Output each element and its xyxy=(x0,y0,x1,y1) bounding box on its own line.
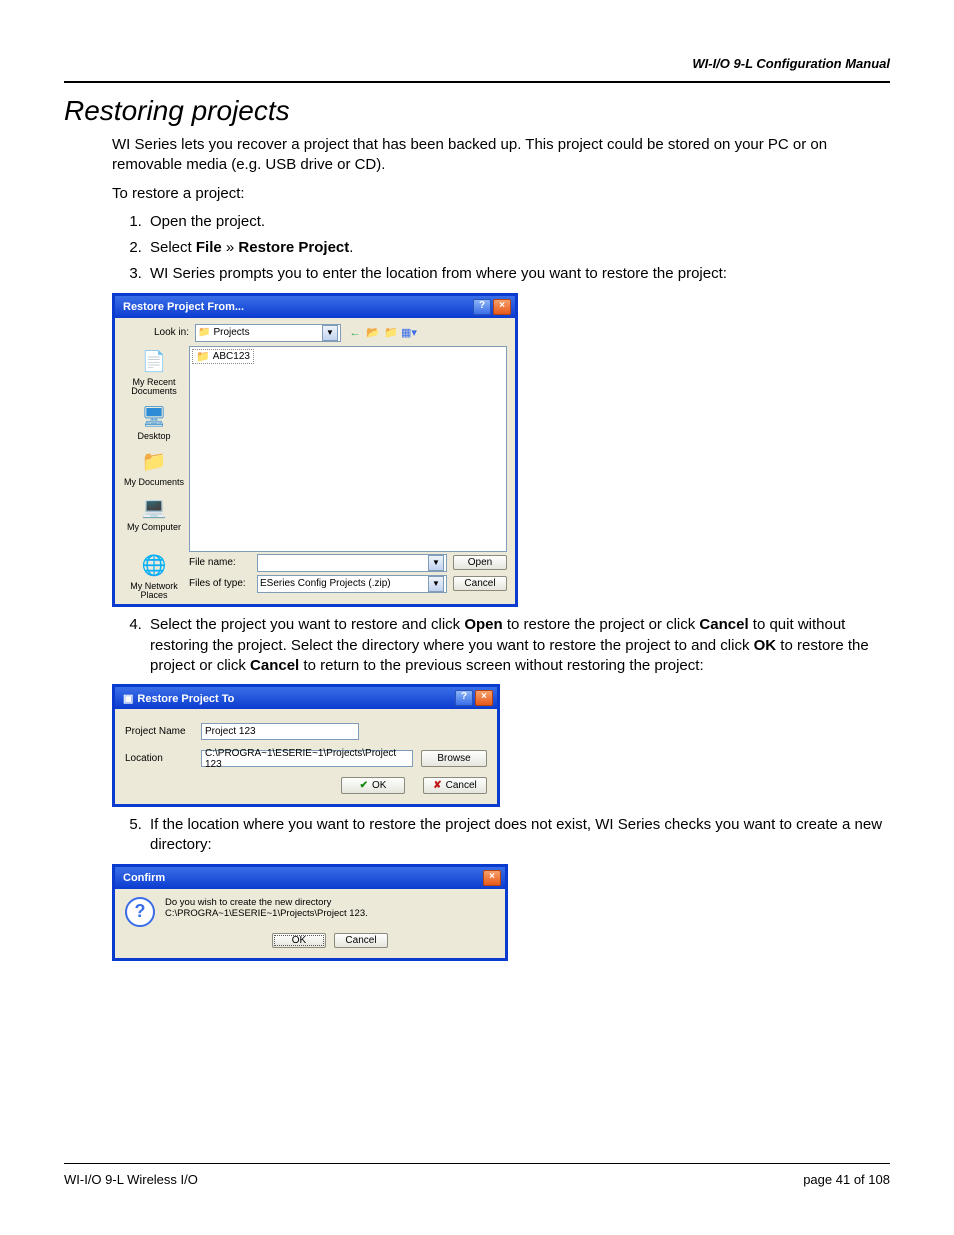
x-icon: ✘ xyxy=(433,780,441,791)
sidebar-item-mycomp[interactable]: 💻 My Computer xyxy=(119,495,189,532)
folder-icon: 📁 xyxy=(198,327,210,338)
location-input[interactable]: C:\PROGRA~1\ESERIE~1\Projects\Project 12… xyxy=(201,750,413,767)
browse-button[interactable]: Browse xyxy=(421,750,487,767)
steps-list-cont: Select the project you want to restore a… xyxy=(112,615,890,676)
sidebar-item-mydocs[interactable]: 📁 My Documents xyxy=(119,450,189,487)
dialog-title-text: ▣Restore Project To xyxy=(119,692,234,705)
dialog-title-text: Restore Project From... xyxy=(119,301,244,313)
folder-icon: 📁 xyxy=(196,350,210,363)
chevron-down-icon[interactable]: ▼ xyxy=(428,555,444,571)
filetype-value: ESeries Config Projects (.zip) xyxy=(260,578,391,589)
network-label: My Network Places xyxy=(119,582,189,601)
mydocs-icon: 📁 xyxy=(140,450,168,476)
dialog-titlebar: ▣Restore Project To ? × xyxy=(115,687,497,709)
network-icon: 🌐 xyxy=(140,554,168,580)
app-icon: ▣ xyxy=(123,693,133,705)
desktop-label: Desktop xyxy=(119,432,189,441)
close-button[interactable]: × xyxy=(475,690,493,706)
views-icon[interactable]: ▦▾ xyxy=(401,325,417,341)
dialog-titlebar: Confirm × xyxy=(115,867,505,889)
s4-cancel: Cancel xyxy=(699,616,748,633)
s4e: to return to the previous screen without… xyxy=(299,657,703,674)
header-rule xyxy=(64,81,890,83)
mycomp-label: My Computer xyxy=(119,523,189,532)
sidebar-item-desktop[interactable]: 🖥 Desktop xyxy=(119,404,189,441)
file-list-pane[interactable]: 📁 ABC123 xyxy=(189,346,507,552)
file-item-label: ABC123 xyxy=(213,351,250,362)
lookin-value: Projects xyxy=(213,327,249,338)
step-2-file: File xyxy=(196,239,222,256)
step-2: Select File » Restore Project. xyxy=(146,238,890,258)
new-folder-icon[interactable]: 📁 xyxy=(383,325,399,341)
help-button[interactable]: ? xyxy=(455,690,473,706)
footer-rule xyxy=(64,1163,890,1164)
question-icon: ? xyxy=(125,897,155,927)
recent-icon: 📄 xyxy=(140,350,168,376)
lookin-combo[interactable]: 📁 Projects ▼ xyxy=(195,324,341,342)
up-folder-icon[interactable]: 📂 xyxy=(365,325,381,341)
step-3-text: WI Series prompts you to enter the locat… xyxy=(150,265,727,282)
sidebar-item-network[interactable]: 🌐 My Network Places xyxy=(119,554,189,601)
intro-paragraph: WI Series lets you recover a project tha… xyxy=(112,135,890,176)
sidebar-item-recent[interactable]: 📄 My Recent Documents xyxy=(119,350,189,397)
ok-button[interactable]: ✔OK xyxy=(341,777,405,794)
restore-from-dialog: Restore Project From... ? × Look in: 📁 P… xyxy=(112,293,518,608)
cancel-button[interactable]: Cancel xyxy=(334,933,388,948)
filename-input[interactable]: ▼ xyxy=(257,554,447,572)
lead-paragraph: To restore a project: xyxy=(112,184,890,204)
project-name-label: Project Name xyxy=(125,726,193,737)
check-icon: ✔ xyxy=(360,780,368,791)
mycomp-icon: 💻 xyxy=(140,495,168,521)
step-2-mid: » xyxy=(222,239,239,256)
section-title: Restoring projects xyxy=(64,95,890,127)
ok-button[interactable]: OK xyxy=(272,933,326,948)
s4a: Select the project you want to restore a… xyxy=(150,616,464,633)
step-2-restore: Restore Project xyxy=(238,239,349,256)
step-4: Select the project you want to restore a… xyxy=(146,615,890,676)
desktop-icon: 🖥 xyxy=(140,404,168,430)
steps-list: Open the project. Select File » Restore … xyxy=(112,212,890,285)
dialog-title-text: Confirm xyxy=(119,872,165,884)
step-2-post: . xyxy=(349,239,353,256)
s4-cancel2: Cancel xyxy=(250,657,299,674)
dialog-titlebar: Restore Project From... ? × xyxy=(115,296,515,318)
step-3: WI Series prompts you to enter the locat… xyxy=(146,264,890,284)
chevron-down-icon[interactable]: ▼ xyxy=(322,325,338,341)
close-button[interactable]: × xyxy=(493,299,511,315)
step-2-pre: Select xyxy=(150,239,196,256)
cancel-button[interactable]: ✘Cancel xyxy=(423,777,487,794)
recent-label: My Recent Documents xyxy=(119,378,189,397)
s4b: to restore the project or click xyxy=(503,616,700,633)
restore-to-dialog: ▣Restore Project To ? × Project Name Pro… xyxy=(112,684,500,807)
step-1: Open the project. xyxy=(146,212,890,232)
chevron-down-icon[interactable]: ▼ xyxy=(428,576,444,592)
cancel-button[interactable]: Cancel xyxy=(453,576,507,591)
toolbar-icons: ← 📂 📁 ▦▾ xyxy=(347,325,417,341)
filename-label: File name: xyxy=(189,557,251,568)
filetype-label: Files of type: xyxy=(189,578,251,589)
confirm-dialog: Confirm × ? Do you wish to create the ne… xyxy=(112,864,508,961)
mydocs-label: My Documents xyxy=(119,478,189,487)
confirm-message: Do you wish to create the new directory … xyxy=(165,897,495,919)
project-name-input[interactable]: Project 123 xyxy=(201,723,359,740)
file-item[interactable]: 📁 ABC123 xyxy=(192,349,254,364)
footer-right: page 41 of 108 xyxy=(803,1172,890,1187)
page-footer: WI-I/O 9-L Wireless I/O page 41 of 108 xyxy=(64,1163,890,1187)
help-button[interactable]: ? xyxy=(473,299,491,315)
lookin-label: Look in: xyxy=(147,327,189,338)
location-label: Location xyxy=(125,753,193,764)
close-button[interactable]: × xyxy=(483,870,501,886)
open-button[interactable]: Open xyxy=(453,555,507,570)
manual-header: WI-I/O 9-L Configuration Manual xyxy=(64,56,890,71)
step-5: If the location where you want to restor… xyxy=(146,815,890,856)
filetype-combo[interactable]: ESeries Config Projects (.zip) ▼ xyxy=(257,575,447,593)
back-icon[interactable]: ← xyxy=(347,325,363,341)
s4-open: Open xyxy=(464,616,502,633)
steps-list-cont2: If the location where you want to restor… xyxy=(112,815,890,856)
s4-ok: OK xyxy=(754,637,777,654)
step-1-text: Open the project. xyxy=(150,213,265,230)
step-5-text: If the location where you want to restor… xyxy=(150,816,882,853)
places-bar: 📄 My Recent Documents 🖥 Desktop 📁 My Doc… xyxy=(119,346,189,552)
footer-left: WI-I/O 9-L Wireless I/O xyxy=(64,1172,198,1187)
